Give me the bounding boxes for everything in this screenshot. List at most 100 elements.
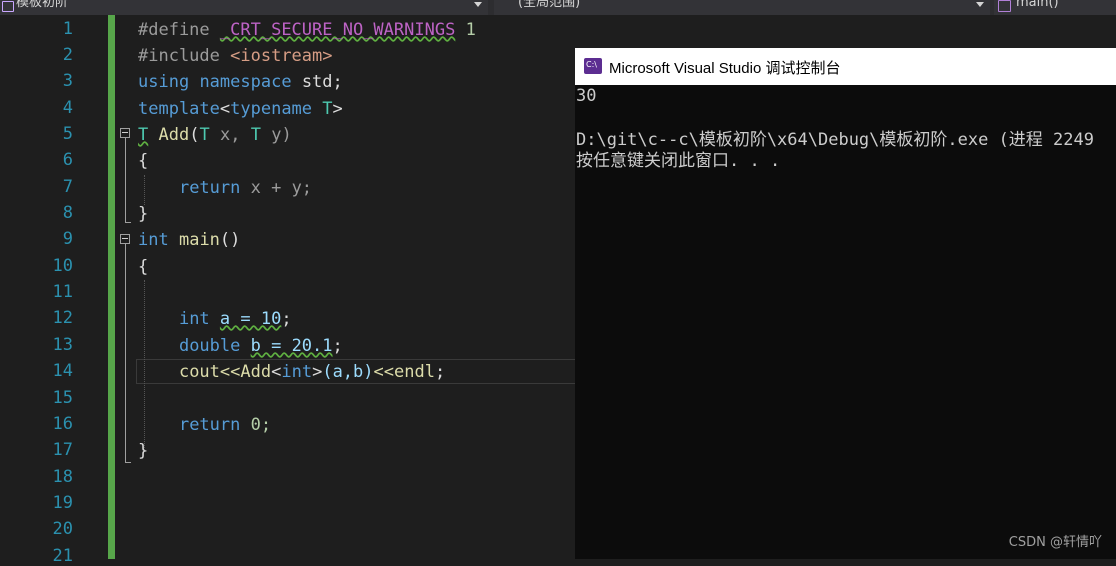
line-number: 12 (52, 308, 73, 328)
collapse-toggle[interactable] (120, 234, 130, 244)
project-icon (2, 1, 14, 12)
code-line: } (138, 438, 148, 464)
scope-label: (全局范围) (518, 0, 581, 10)
code-token: cout (178, 362, 220, 382)
line-number: 17 (52, 440, 73, 460)
member-dropdown[interactable]: main() (994, 0, 1116, 15)
line-number: 19 (52, 493, 73, 513)
code-token: y) (271, 125, 292, 145)
line-number: 11 (52, 282, 73, 302)
code-token: <iostream> (230, 46, 333, 66)
code-token: return (178, 415, 241, 435)
code-line: return x + y; (138, 175, 312, 201)
chevron-down-icon[interactable] (976, 2, 984, 7)
code-token: << (373, 362, 394, 382)
line-number: 7 (62, 177, 73, 197)
code-token: T (199, 125, 210, 145)
code-token: ; (332, 336, 343, 356)
line-number: 16 (52, 414, 73, 434)
watermark: CSDN @轩情吖 (1008, 535, 1102, 550)
code-line: #define _CRT_SECURE_NO_WARNINGS 1 (138, 17, 476, 43)
code-token: T (138, 125, 149, 145)
line-number: 21 (52, 546, 73, 566)
line-number: 20 (52, 519, 73, 539)
code-token: int (178, 309, 210, 329)
line-number: 9 (62, 229, 73, 249)
code-token: template (138, 99, 220, 119)
code-token: T (250, 125, 261, 145)
console-output-value: 30 (576, 86, 597, 106)
code-token: b = 20.1 (250, 336, 333, 356)
project-dropdown[interactable]: 模板初阶 (0, 0, 488, 15)
chevron-down-icon[interactable] (474, 2, 482, 7)
code-token: ( (189, 125, 200, 145)
line-number: 1 (62, 19, 73, 39)
code-token: _CRT_SECURE_NO_WARNINGS (219, 20, 456, 40)
line-number: 13 (52, 335, 73, 355)
code-token: endl (394, 362, 435, 382)
code-token: ; (281, 309, 292, 329)
line-number: 6 (62, 150, 73, 170)
code-line: #include <iostream> (138, 43, 333, 69)
console-title-bar[interactable]: Microsoft Visual Studio 调试控制台 (575, 48, 1116, 85)
code-line: { (138, 148, 148, 174)
code-token: (a,b) (322, 362, 374, 382)
code-editor[interactable]: #define _CRT_SECURE_NO_WARNINGS 1 #inclu… (116, 15, 576, 559)
code-token: a = 10 (219, 309, 282, 329)
line-number: 14 (52, 361, 73, 381)
navigation-bar: 模板初阶 (全局范围) main() (0, 0, 1116, 15)
code-token: > (312, 362, 323, 382)
change-tracking-bar (108, 15, 115, 559)
method-cube-icon (998, 0, 1011, 12)
code-token: ; (434, 362, 446, 382)
line-number: 8 (62, 203, 73, 223)
code-token: 0; (250, 415, 272, 435)
code-token: int (138, 230, 169, 250)
code-token: x + y; (250, 178, 313, 198)
code-token: T (322, 99, 333, 119)
debug-console-window[interactable]: Microsoft Visual Studio 调试控制台 30 D:\git\… (575, 48, 1116, 559)
code-token: < (219, 99, 231, 119)
code-line: { (138, 254, 148, 280)
fold-guide (125, 138, 126, 222)
code-token: using (138, 72, 190, 92)
line-number: 4 (62, 98, 73, 118)
code-token: { (138, 257, 149, 277)
code-token: main (178, 230, 220, 250)
code-token: 1 (465, 20, 476, 40)
code-token: x, (219, 125, 241, 145)
code-token: double (178, 336, 241, 356)
code-line: T Add(T x, T y) (138, 122, 292, 148)
line-number: 15 (52, 388, 73, 408)
code-token: #define (138, 20, 210, 40)
code-token: namespace (199, 72, 292, 92)
project-label: 模板初阶 (16, 0, 69, 10)
code-line: using namespace std; (138, 69, 343, 95)
fold-guide-end (125, 222, 131, 223)
code-token: > (332, 99, 343, 119)
code-token: std; (301, 72, 343, 92)
code-token: #include (138, 46, 220, 66)
code-token: return (178, 178, 241, 198)
code-line: return 0; (138, 412, 271, 438)
code-token: } (138, 441, 149, 461)
code-token: int (281, 362, 313, 382)
collapse-toggle[interactable] (120, 128, 130, 138)
console-app-icon (584, 58, 602, 74)
code-token: typename (230, 99, 313, 119)
line-number: 5 (62, 124, 73, 144)
console-press-key-line: 按任意键关闭此窗口. . . (576, 151, 781, 171)
code-line: int main() (138, 227, 240, 253)
code-token: () (219, 230, 241, 250)
code-line-current: cout<<Add<int>(a,b)<<endl; (138, 359, 445, 385)
code-line: template<typename T> (138, 96, 343, 122)
code-token: Add (158, 125, 190, 145)
scope-dropdown[interactable]: (全局范围) (494, 0, 990, 15)
member-label: main() (1016, 0, 1059, 10)
code-line: } (138, 201, 148, 227)
code-line: int a = 10; (138, 306, 292, 332)
line-number-gutter: 1 2 3 4 5 6 7 8 9 10 11 12 13 14 15 16 1… (0, 15, 105, 566)
code-token: { (138, 151, 149, 171)
code-token: << (219, 362, 241, 382)
code-line: double b = 20.1; (138, 333, 343, 359)
